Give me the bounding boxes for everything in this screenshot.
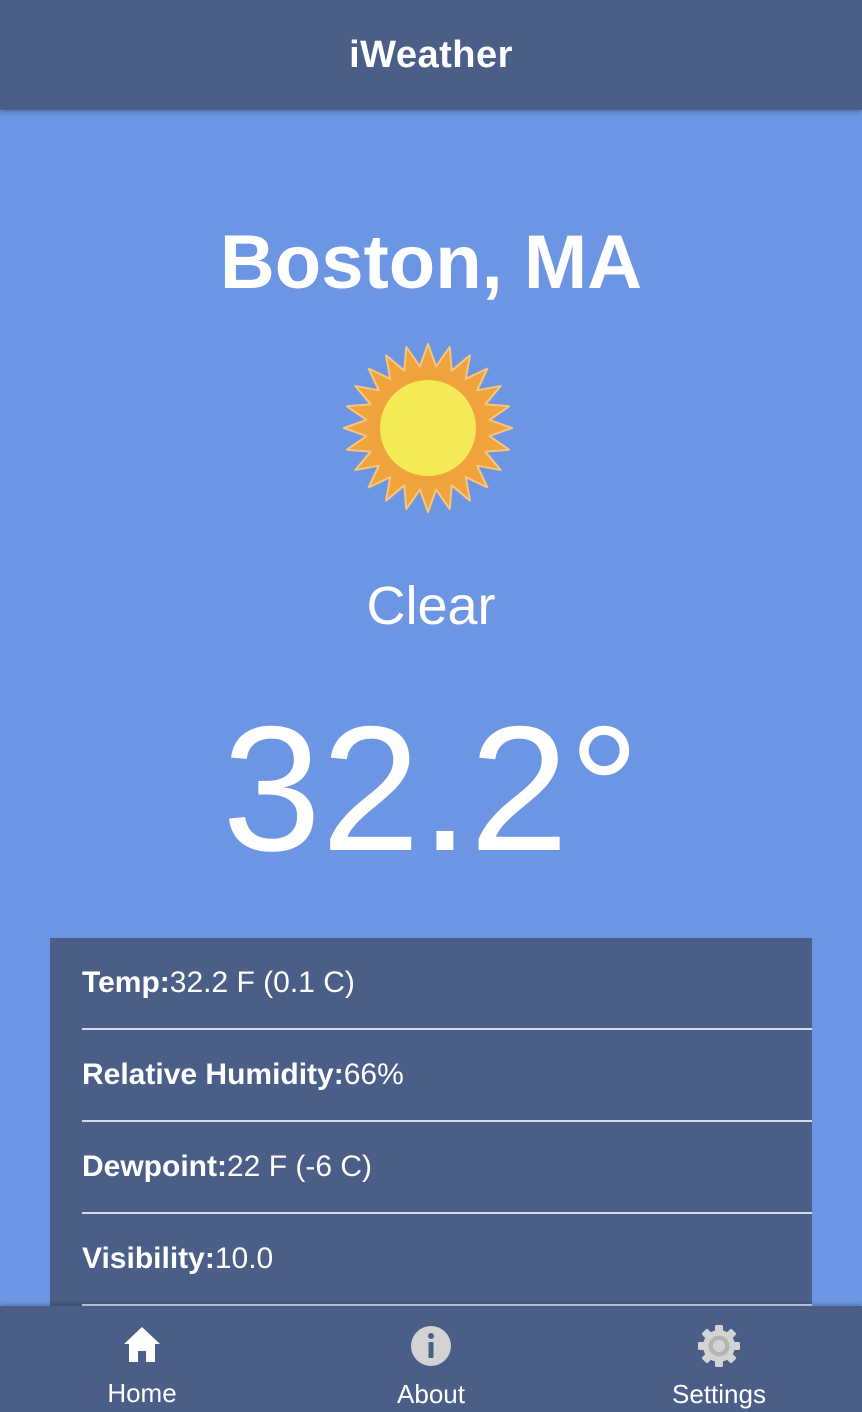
home-icon (124, 1327, 160, 1362)
detail-row-dewpoint: Dewpoint: 22 F (-6 C) (82, 1122, 812, 1214)
detail-label: Dewpoint: (82, 1150, 227, 1183)
current-temperature: 32.2° (222, 689, 640, 888)
gear-icon (698, 1325, 740, 1367)
detail-row-visibility: Visibility: 10.0 (82, 1214, 812, 1306)
detail-value: 32.2 F (0.1 C) (169, 966, 355, 999)
info-icon (411, 1326, 451, 1366)
detail-value: 66% (343, 1058, 404, 1091)
bottom-tab-bar: Home About Settings (0, 1306, 862, 1412)
detail-label: Relative Humidity: (82, 1058, 344, 1091)
tab-label-about: About (397, 1379, 465, 1409)
weather-details-list[interactable]: Temp: 32.2 F (0.1 C) Relative Humidity: 66… (50, 938, 812, 1306)
sun-icon (343, 343, 513, 513)
detail-row-humidity: Relative Humidity: 66% (82, 1030, 812, 1122)
detail-label: Temp: (82, 966, 170, 999)
detail-value: 10.0 (214, 1242, 274, 1275)
detail-value: 22 F (-6 C) (226, 1150, 373, 1183)
app-header: iWeather (0, 0, 862, 110)
tab-settings[interactable]: Settings (619, 1306, 819, 1412)
tab-label-settings: Settings (672, 1379, 766, 1409)
detail-row-temp: Temp: 32.2 F (0.1 C) (82, 938, 812, 1030)
app-title: iWeather (349, 33, 513, 76)
tab-label-home: Home (107, 1378, 177, 1408)
location-name: Boston, MA (219, 220, 643, 305)
tab-about[interactable]: About (331, 1306, 531, 1412)
weather-condition: Clear (366, 576, 496, 636)
tab-home[interactable]: Home (42, 1306, 242, 1412)
detail-label: Visibility: (82, 1242, 215, 1275)
